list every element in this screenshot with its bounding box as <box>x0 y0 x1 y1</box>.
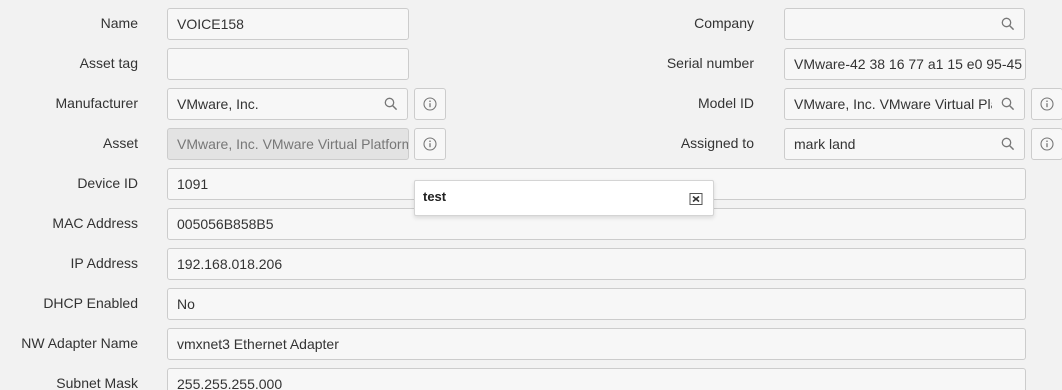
assigned-to-field[interactable]: mark land <box>784 128 993 160</box>
info-icon <box>1040 97 1054 111</box>
info-icon <box>423 97 437 111</box>
info-icon <box>1040 137 1054 151</box>
manufacturer-field[interactable]: VMware, Inc. <box>167 88 376 120</box>
tag-popup: test <box>414 180 714 216</box>
asset-tag-label: Asset tag <box>79 55 138 71</box>
name-field[interactable]: VOICE158 <box>167 8 409 40</box>
assigned-to-search-button[interactable] <box>992 128 1025 160</box>
company-label: Company <box>694 15 754 31</box>
company-search-button[interactable] <box>992 8 1025 40</box>
ci-form: Name VOICE158 Company Asset tag Serial n… <box>0 0 1062 390</box>
dhcp-enabled-label: DHCP Enabled <box>43 295 138 311</box>
asset-label: Asset <box>102 135 138 151</box>
asset-tag-field[interactable] <box>167 48 409 80</box>
close-icon[interactable] <box>689 192 703 206</box>
assigned-to-label: Assigned to <box>680 135 754 151</box>
name-label: Name <box>100 15 138 31</box>
serial-number-label: Serial number <box>666 55 754 71</box>
model-id-label: Model ID <box>697 95 754 111</box>
manufacturer-search-button[interactable] <box>375 88 408 120</box>
manufacturer-label: Manufacturer <box>55 95 138 111</box>
mac-address-label: MAC Address <box>52 215 138 231</box>
asset-field: VMware, Inc. VMware Virtual Platform <box>167 128 409 160</box>
subnet-mask-label: Subnet Mask <box>56 375 138 390</box>
nw-adapter-name-label: NW Adapter Name <box>21 335 138 351</box>
dhcp-enabled-field[interactable]: No <box>167 288 1026 320</box>
model-id-info-button[interactable] <box>1031 88 1062 120</box>
manufacturer-info-button[interactable] <box>414 88 446 120</box>
serial-number-field[interactable]: VMware-42 38 16 77 a1 15 e0 95-45 cc <box>784 48 1026 80</box>
asset-info-button[interactable] <box>414 128 446 160</box>
assigned-to-info-button[interactable] <box>1031 128 1062 160</box>
search-icon <box>1001 17 1015 31</box>
model-id-field[interactable]: VMware, Inc. VMware Virtual Platform <box>784 88 993 120</box>
search-icon <box>1001 137 1015 151</box>
company-field[interactable] <box>784 8 993 40</box>
nw-adapter-name-field[interactable]: vmxnet3 Ethernet Adapter <box>167 328 1026 360</box>
search-icon <box>1001 97 1015 111</box>
popup-text: test <box>423 189 447 204</box>
info-icon <box>423 137 437 151</box>
model-id-search-button[interactable] <box>992 88 1025 120</box>
ip-address-field[interactable]: 192.168.018.206 <box>167 248 1026 280</box>
device-id-label: Device ID <box>77 175 138 191</box>
search-icon <box>384 97 398 111</box>
subnet-mask-field[interactable]: 255.255.255.000 <box>167 368 1026 390</box>
ip-address-label: IP Address <box>70 255 138 271</box>
